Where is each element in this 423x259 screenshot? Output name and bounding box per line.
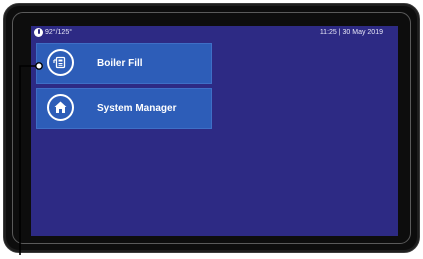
boiler-fill-label: Boiler Fill <box>97 58 143 69</box>
date-time-readout: 11:25 | 30 May 2019 <box>319 29 383 36</box>
home-icon <box>47 94 74 121</box>
system-manager-label: System Manager <box>97 103 177 114</box>
thermometer-icon <box>34 28 43 37</box>
status-bar: 92°/125° 11:25 | 30 May 2019 <box>31 26 398 39</box>
boiler-fill-button[interactable]: Boiler Fill <box>36 43 212 84</box>
touch-screen: 92°/125° 11:25 | 30 May 2019 Boiler Fill <box>31 26 398 236</box>
boiler-fill-icon <box>47 49 74 76</box>
system-manager-button[interactable]: System Manager <box>36 88 212 129</box>
device-illustration: 92°/125° 11:25 | 30 May 2019 Boiler Fill <box>0 0 423 259</box>
temperature-readout: 92°/125° <box>45 29 73 36</box>
